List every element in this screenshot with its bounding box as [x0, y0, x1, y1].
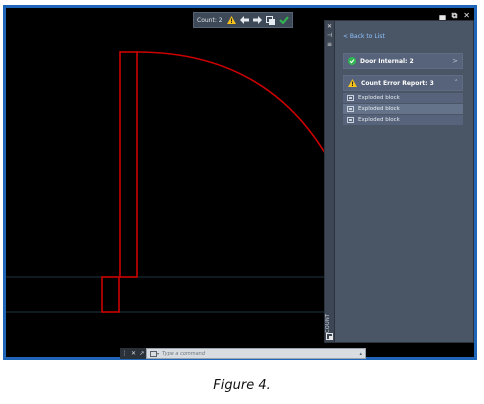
list-item-label: Exploded block: [358, 117, 400, 123]
door-jamb[interactable]: [101, 276, 120, 313]
list-item-label: Exploded block: [358, 106, 400, 112]
arrow-right-icon[interactable]: [252, 15, 262, 25]
grip-icon: ⋮: [121, 349, 128, 357]
window-controls: ▄ ⧉ ✕: [439, 12, 470, 20]
command-input[interactable]: Type a command ▴: [146, 348, 366, 359]
door-internal-title: Door Internal: 2: [360, 57, 414, 65]
command-line: ⋮ ✕ ↗ Type a command ▴: [120, 348, 366, 359]
command-history-icon[interactable]: [150, 350, 159, 357]
block-icon: [347, 106, 354, 112]
command-placeholder: Type a command: [162, 350, 206, 357]
palette-title-strip[interactable]: ✕ ⊣ ≡ COUNT: [325, 21, 335, 342]
close-icon[interactable]: ✕: [463, 12, 470, 20]
drawing-window[interactable]: ▄ ⧉ ✕ Count: 2 ✕ ⊣ ≡ COUNT < Back to Lis…: [3, 5, 477, 360]
count-error-report-title: Count Error Report: 3: [361, 79, 434, 87]
chevron-up-icon[interactable]: ▴: [359, 351, 362, 357]
door-swing-arc[interactable]: [136, 51, 329, 159]
count-error-report-card[interactable]: Count Error Report: 3 ˄: [343, 75, 463, 91]
checkmark-icon[interactable]: [279, 15, 289, 25]
chevron-up-icon[interactable]: ˄: [455, 79, 459, 87]
restore-icon[interactable]: ⧉: [452, 12, 458, 20]
list-item-label: Exploded block: [358, 95, 400, 101]
arrow-left-icon[interactable]: [239, 15, 249, 25]
list-item[interactable]: Exploded block: [343, 93, 463, 103]
close-icon[interactable]: ✕: [131, 350, 136, 357]
figure-caption: Figure 4.: [213, 378, 271, 393]
check-circle-icon: [348, 57, 356, 65]
list-item[interactable]: Exploded block: [343, 104, 463, 114]
block-icon: [347, 95, 354, 101]
door-leaf[interactable]: [119, 51, 138, 278]
count-palette: ✕ ⊣ ≡ COUNT < Back to List Door Internal…: [324, 20, 474, 343]
palette-title: COUNT: [325, 313, 331, 333]
wrench-icon[interactable]: ↗: [139, 350, 144, 357]
count-toolbar: Count: 2: [193, 12, 293, 28]
warning-icon[interactable]: [226, 15, 236, 25]
warning-icon: [348, 79, 357, 87]
palette-settings-icon[interactable]: [326, 333, 333, 340]
back-to-list-link[interactable]: < Back to List: [343, 33, 385, 40]
count-label: Count: 2: [197, 16, 223, 24]
minimize-icon[interactable]: ▄: [439, 12, 445, 20]
palette-autohide-icon[interactable]: ⊣: [326, 32, 333, 39]
door-internal-card[interactable]: Door Internal: 2 >: [343, 53, 463, 69]
list-item[interactable]: Exploded block: [343, 115, 463, 125]
palette-properties-icon[interactable]: ≡: [326, 41, 333, 48]
command-line-grip[interactable]: ⋮ ✕ ↗: [120, 348, 146, 359]
block-icon: [347, 117, 354, 123]
error-list: Exploded block Exploded block Exploded b…: [343, 93, 463, 126]
palette-close-icon[interactable]: ✕: [326, 23, 333, 30]
chevron-right-icon[interactable]: >: [452, 57, 458, 65]
insert-count-icon[interactable]: [265, 15, 275, 25]
